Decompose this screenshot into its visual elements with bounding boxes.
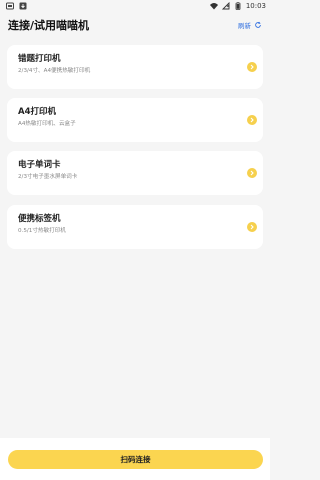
device-card-word-card[interactable]: 电子单词卡 2/3寸电子墨水屏单词卡 (7, 151, 263, 195)
device-card-error-printer[interactable]: 错题打印机 2/3/4寸、A4便携热敏打印机 (7, 45, 263, 89)
header: 连接/试用喵喵机 刷新 (0, 14, 270, 36)
device-card-a4-printer[interactable]: A4打印机 A4热敏打印机、云盒子 (7, 98, 263, 142)
app-notification-icon (6, 2, 14, 10)
device-description: 2/3/4寸、A4便携热敏打印机 (18, 68, 91, 74)
chevron-right-icon (247, 115, 257, 125)
chevron-right-icon (247, 168, 257, 178)
scan-connect-button[interactable]: 扫码连接 (8, 450, 263, 469)
refresh-button[interactable]: 刷新 (238, 20, 262, 30)
device-name: A4打印机 (18, 107, 56, 117)
chevron-right-icon (247, 62, 257, 72)
chevron-right-icon (247, 222, 257, 232)
refresh-label: 刷新 (238, 22, 251, 30)
page-title: 连接/试用喵喵机 (8, 19, 90, 32)
bottom-bar: 扫码连接 (0, 438, 270, 480)
no-signal-icon (221, 1, 230, 10)
refresh-icon (255, 21, 261, 28)
download-notification-icon (19, 2, 27, 10)
device-card-label-printer[interactable]: 便携标签机 0.5/1寸热敏打印机 (7, 205, 263, 249)
device-description: A4热敏打印机、云盒子 (18, 121, 76, 127)
battery-icon (234, 2, 242, 10)
clock-time: 10:03 (245, 2, 266, 10)
device-name: 电子单词卡 (18, 160, 61, 170)
device-name: 错题打印机 (18, 54, 61, 64)
device-description: 0.5/1寸热敏打印机 (18, 228, 66, 234)
device-description: 2/3寸电子墨水屏单词卡 (18, 174, 78, 180)
wifi-icon (209, 2, 218, 10)
device-name: 便携标签机 (18, 214, 61, 224)
status-bar: 10:03 (0, 0, 270, 12)
